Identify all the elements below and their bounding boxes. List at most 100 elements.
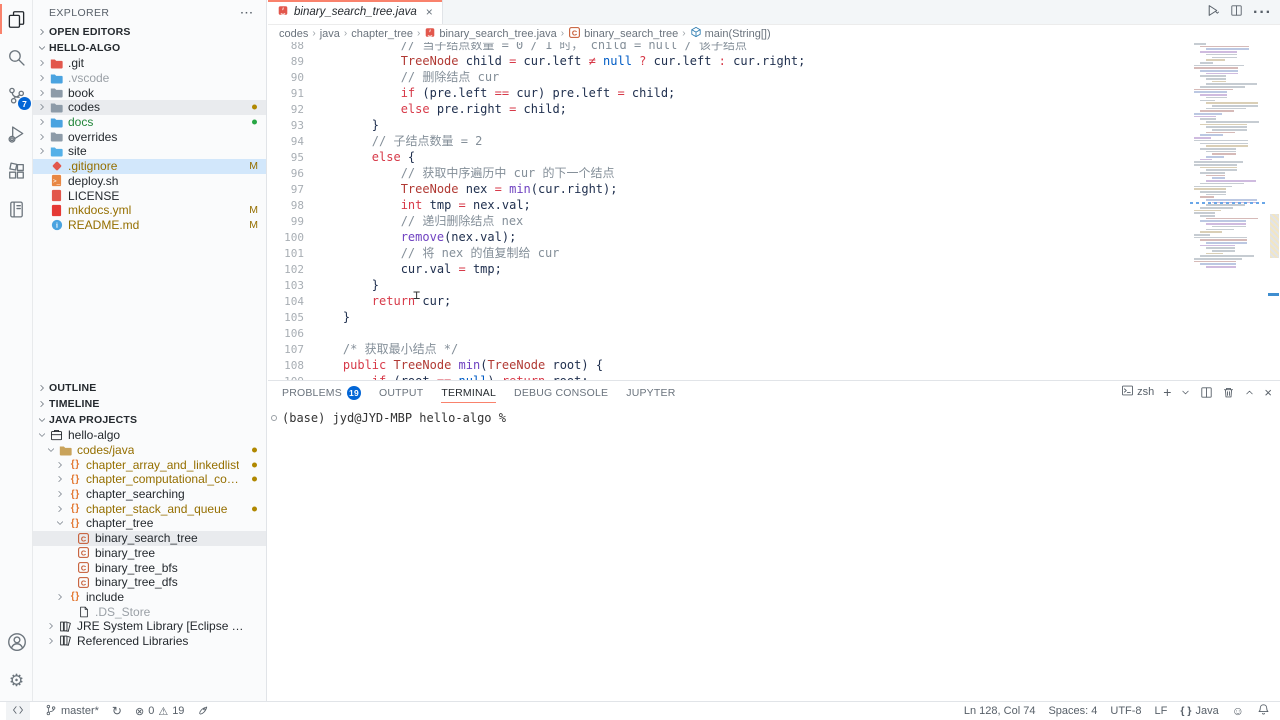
panel-tab-problems[interactable]: PROBLEMS19 (282, 381, 361, 404)
rocket-icon (197, 704, 209, 719)
account-icon[interactable] (0, 623, 33, 661)
java-mode[interactable] (197, 704, 209, 719)
eol[interactable]: LF (1155, 705, 1168, 717)
panel-tab-jupyter[interactable]: JUPYTER (626, 381, 675, 404)
close-panel-icon[interactable]: × (1264, 385, 1272, 400)
braces-icon: { } (66, 518, 83, 529)
files-icon[interactable] (0, 0, 33, 38)
tree-item--ds-store[interactable]: .DS_Store (33, 604, 266, 619)
tree-item-mkdocs-yml[interactable]: mkdocs.ymlM (33, 203, 266, 218)
braces-icon: { } (66, 503, 83, 514)
panel-tab-debug-console[interactable]: DEBUG CONSOLE (514, 381, 608, 404)
code-line-98: 98 int tmp = nex.val; (268, 197, 1185, 213)
maximize-panel-icon[interactable] (1244, 387, 1255, 398)
tree-item-chapter-array-and-linkedlist[interactable]: { }chapter_array_and_linkedlist (33, 457, 266, 472)
tree-item-chapter-computational-complexity[interactable]: { }chapter_computational_complexity (33, 472, 266, 487)
line-number: 99 (268, 214, 304, 230)
tree-item-codes-java[interactable]: codes/java (33, 443, 266, 458)
split-editor-icon[interactable] (1230, 4, 1243, 22)
tree-item-book[interactable]: book (33, 85, 266, 100)
terminal-content[interactable]: (base) jyd@JYD-MBP hello-algo % (268, 411, 1280, 425)
method-icon (690, 26, 702, 41)
class-icon: C (75, 546, 92, 559)
timeline-section[interactable]: TIMELINE (33, 396, 266, 412)
terminal-dropdown-icon[interactable] (1180, 387, 1191, 398)
indentation[interactable]: Spaces: 4 (1048, 705, 1097, 717)
panel-tab-output[interactable]: OUTPUT (379, 381, 423, 404)
tree-item-chapter-tree[interactable]: { }chapter_tree (33, 516, 266, 531)
settings-icon[interactable]: ⚙ (0, 661, 33, 699)
git-dot-badge (252, 506, 257, 511)
tree-item-license[interactable]: LICENSE (33, 188, 266, 203)
git-dot-badge (252, 477, 257, 482)
line-number: 93 (268, 118, 304, 134)
tree-item--gitignore[interactable]: .gitignoreM (33, 159, 266, 174)
run-button[interactable] (1205, 3, 1220, 23)
more-actions-icon[interactable]: ··· (241, 7, 255, 19)
file-icon (75, 606, 92, 618)
kill-terminal-icon[interactable] (1222, 386, 1235, 399)
new-terminal-button[interactable]: + (1163, 384, 1171, 400)
tree-item-codes[interactable]: codes (33, 100, 266, 115)
minimap[interactable] (1190, 42, 1266, 342)
feedback[interactable]: ☺ (1232, 704, 1244, 718)
tree-item-include[interactable]: { }include (33, 590, 266, 605)
search-icon[interactable] (0, 38, 33, 76)
panel-tab-terminal[interactable]: TERMINAL (441, 381, 496, 404)
close-tab-icon[interactable]: × (426, 5, 433, 19)
tree-item-hello-algo[interactable]: hello-algo (33, 428, 266, 443)
run-debug-icon[interactable] (0, 114, 33, 152)
breadcrumb-item[interactable]: Cbinary_search_tree (568, 26, 678, 42)
code-line-103: 103 } (268, 277, 1185, 293)
notifications[interactable] (1257, 703, 1270, 719)
tree-item--vscode[interactable]: .vscode (33, 71, 266, 86)
breadcrumb-item[interactable]: main(String[]) (690, 26, 771, 41)
extensions-icon[interactable] (0, 152, 33, 190)
language-mode[interactable]: { }Java (1180, 705, 1218, 717)
tab-binary-search-tree[interactable]: binary_search_tree.java × (268, 0, 443, 24)
remote-indicator[interactable] (6, 702, 30, 720)
tree-item-site[interactable]: site (33, 144, 266, 159)
breadcrumb-item[interactable]: java (320, 28, 340, 40)
tree-item--git[interactable]: .git (33, 56, 266, 71)
tree-item-deploy-sh[interactable]: >_deploy.sh (33, 174, 266, 189)
breadcrumb-item[interactable]: chapter_tree (351, 28, 413, 40)
outline-section[interactable]: OUTLINE (33, 380, 266, 396)
tree-item-docs[interactable]: docs (33, 115, 266, 130)
tree-item-chapter-searching[interactable]: { }chapter_searching (33, 487, 266, 502)
tree-item-readme-md[interactable]: iREADME.mdM (33, 218, 266, 233)
tree-item-referenced-libraries[interactable]: Referenced Libraries (33, 634, 266, 649)
license-file-icon (48, 189, 65, 202)
braces-icon: { } (66, 459, 83, 470)
code-lines: 88 // 当子结点数量 = 0 / 1 时， child = null / 该… (268, 42, 1185, 380)
tree-item-overrides[interactable]: overrides (33, 129, 266, 144)
problems-summary[interactable]: ⊗0⚠19 (135, 705, 184, 718)
item-label: chapter_tree (86, 516, 153, 530)
breadcrumb-item[interactable]: codes (279, 28, 308, 40)
open-editors-section[interactable]: OPEN EDITORS (33, 24, 266, 40)
code-line-99: 99 // 递归删除结点 nex (268, 213, 1185, 229)
tree-item-chapter-stack-and-queue[interactable]: { }chapter_stack_and_queue (33, 501, 266, 516)
braces-icon: { } (1180, 705, 1191, 717)
tree-item-binary-tree-bfs[interactable]: Cbinary_tree_bfs (33, 560, 266, 575)
encoding[interactable]: UTF-8 (1110, 705, 1141, 717)
root-folder-label: HELLO-ALGO (49, 42, 120, 54)
chevron-right-icon (35, 102, 48, 112)
sync[interactable]: ↻ (112, 704, 122, 718)
item-label: chapter_array_and_linkedlist (86, 458, 239, 472)
notebook-icon[interactable] (0, 190, 33, 228)
tree-item-binary-tree-dfs[interactable]: Cbinary_tree_dfs (33, 575, 266, 590)
code-editor[interactable]: 88 // 当子结点数量 = 0 / 1 时， child = null / 该… (268, 42, 1280, 380)
root-folder-section[interactable]: HELLO-ALGO (33, 40, 266, 56)
source-control-icon[interactable]: 7 (0, 76, 33, 114)
cursor-position[interactable]: Ln 128, Col 74 (964, 705, 1036, 717)
git-branch[interactable]: master* (45, 704, 99, 719)
tree-item-jre-system-library-eclipse-temurin-17-17-[interactable]: JRE System Library [Eclipse Temurin 17 [… (33, 619, 266, 634)
tree-item-binary-tree[interactable]: Cbinary_tree (33, 546, 266, 561)
split-terminal-icon[interactable] (1200, 386, 1213, 399)
breadcrumb-item[interactable]: binary_search_tree.java (424, 26, 556, 42)
editor-more-actions-icon[interactable]: ··· (1253, 4, 1272, 22)
shell-selector[interactable]: zsh (1121, 384, 1154, 400)
tree-item-binary-search-tree[interactable]: Cbinary_search_tree (33, 531, 266, 546)
java-projects-section[interactable]: JAVA PROJECTS (33, 412, 266, 428)
